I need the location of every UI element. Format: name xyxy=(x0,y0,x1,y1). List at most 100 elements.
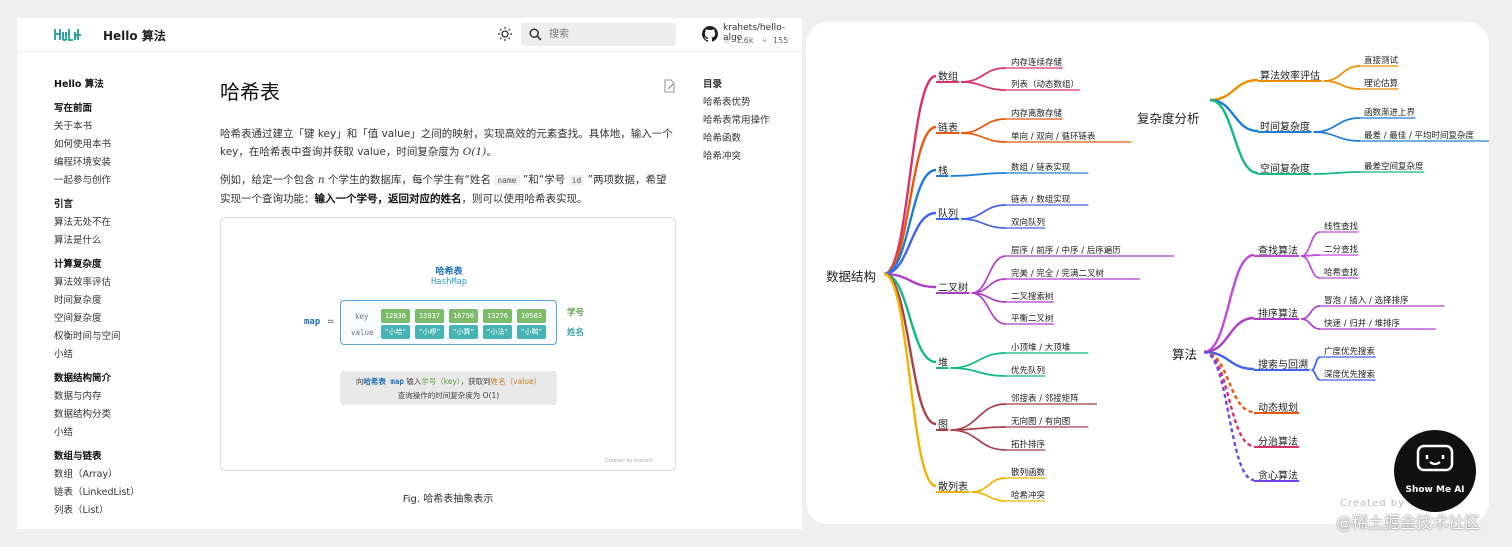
mindmap-branch xyxy=(950,429,1007,451)
sidebar-section[interactable]: 数据结构简介 xyxy=(54,370,174,388)
mindmap-branch xyxy=(971,477,1007,493)
mindmap-leaf-node: 函数渐进上界 xyxy=(1364,108,1416,118)
mindmap-branch xyxy=(1203,350,1255,448)
search-icon xyxy=(529,28,542,41)
mindmap-branch xyxy=(883,168,937,276)
repo-stats: ☆ 1.6k ⑂ 155 xyxy=(723,36,794,45)
key-cell: 16750 xyxy=(449,309,478,323)
sidebar-item[interactable]: 小结 xyxy=(54,424,174,442)
sidebar-item[interactable]: 数组（Array） xyxy=(54,466,174,484)
fork-icon: ⑂ xyxy=(762,36,767,45)
mindmap-leaf-node: 冒泡 / 插入 / 选择排序 xyxy=(1324,296,1409,306)
mindmap-root-node: 算法 xyxy=(1172,347,1198,362)
mindmap-branch-node: 二叉树 xyxy=(938,283,968,294)
mindmap-branch-node: 数组 xyxy=(938,72,958,83)
github-icon[interactable] xyxy=(702,26,718,42)
sidebar-section[interactable]: Hello 算法 xyxy=(54,76,174,94)
sidebar-nav: Hello 算法 写在前面 关于本书 如何使用本书 编程环境安装 一起参与创作 引言 算法无处… xyxy=(54,76,174,520)
mindmap-branch xyxy=(1209,98,1259,175)
toc-item[interactable]: 哈希表优势 xyxy=(703,94,798,112)
toc-item[interactable]: 哈希函数 xyxy=(703,130,798,148)
sidebar-section[interactable]: 数组与链表 xyxy=(54,448,174,466)
mindmap-root-node: 复杂度分析 xyxy=(1137,111,1200,126)
robot-icon xyxy=(1416,444,1454,472)
fork-count: 155 xyxy=(772,36,789,45)
key-cell: 10583 xyxy=(517,309,546,323)
key-cell: 15937 xyxy=(415,309,444,323)
sidebar-item[interactable]: 数据结构分类 xyxy=(54,406,174,424)
figure-subtitle: HashMap xyxy=(431,277,467,287)
mindmap-branch xyxy=(1313,117,1361,133)
value-cell: “小法” xyxy=(483,325,512,339)
sidebar-item[interactable]: 列表（List） xyxy=(54,502,174,520)
mindmap-leaf-node: 理论估算 xyxy=(1364,79,1399,89)
search-box[interactable] xyxy=(521,23,676,46)
mindmap-leaf-node: 哈希冲突 xyxy=(1011,491,1046,501)
hashmap-figure: 哈希表 HashMap map = key value 12836 “小哈” 159… xyxy=(220,217,676,471)
mindmap-branch-node: 贪心算法 xyxy=(1258,471,1298,482)
mindmap-leaf-node: 数组 / 链表实现 xyxy=(1011,163,1071,173)
sidebar-item[interactable]: 编程环境安装 xyxy=(54,154,174,172)
star-count: 1.6k xyxy=(736,36,754,45)
mindmap-branch xyxy=(971,255,1007,294)
sidebar-item[interactable]: 算法是什么 xyxy=(54,232,174,250)
mindmap-leaf-node: 小顶堆 / 大顶堆 xyxy=(1011,343,1071,353)
sidebar-item[interactable]: 小结 xyxy=(54,346,174,364)
figure-caption: Fig. 哈希表抽象表示 xyxy=(402,494,494,505)
sidebar-item[interactable]: 算法无处不在 xyxy=(54,214,174,232)
toc-item[interactable]: 哈希表常用操作 xyxy=(703,112,798,130)
site-title[interactable]: Hello 算法 xyxy=(103,27,166,44)
mindmap-branch-node: 空间复杂度 xyxy=(1260,164,1310,175)
sidebar-item[interactable]: 一起参与创作 xyxy=(54,172,174,190)
mindmap-branch xyxy=(1300,231,1321,257)
sidebar-item[interactable]: 空间复杂度 xyxy=(54,310,174,328)
mindmap-branch xyxy=(960,218,1007,229)
mindmap-leaf-node: 无向图 / 有向图 xyxy=(1011,417,1071,427)
value-row-label: value xyxy=(351,328,374,337)
theme-toggle-icon[interactable] xyxy=(497,26,513,42)
figure-credit: Created by krahets xyxy=(605,458,653,464)
sidebar-item[interactable]: 算法效率评估 xyxy=(54,274,174,292)
value-side-label: 姓名 xyxy=(567,328,585,338)
mindmap-leaf-node: 内存离散存储 xyxy=(1011,109,1063,119)
toc-title: 目录 xyxy=(703,79,723,90)
query-box: 向哈希表 map 输入学号（key），获取到姓名（value） 查询操作的时间复… xyxy=(340,371,557,405)
mindmap-branch xyxy=(1311,356,1321,371)
mindmap-branch xyxy=(1203,350,1255,482)
mindmap-leaf-node: 平衡二叉树 xyxy=(1011,314,1054,324)
sidebar-item[interactable]: 权衡时间与空间 xyxy=(54,328,174,346)
mindmap-leaf-node: 直接测试 xyxy=(1364,56,1399,66)
value-cell: “小啰” xyxy=(415,325,444,339)
mindmap-leaf-node: 最差空间复杂度 xyxy=(1364,162,1424,172)
edit-page-icon[interactable] xyxy=(662,79,676,93)
mindmap-branch xyxy=(960,67,1007,83)
toc-item[interactable]: 哈希冲突 xyxy=(703,148,798,166)
mindmap-branch xyxy=(1300,255,1321,279)
mindmap-branch-node: 时间复杂度 xyxy=(1260,122,1310,133)
search-input[interactable] xyxy=(549,26,669,43)
site-logo[interactable] xyxy=(53,26,83,42)
mindmap-branch xyxy=(960,118,1007,134)
mindmap-leaf-node: 快速 / 归并 / 堆排序 xyxy=(1324,319,1401,329)
sidebar-item[interactable]: 链表（LinkedList） xyxy=(54,484,174,502)
mindmap-leaf-node: 双向队列 xyxy=(1011,218,1046,228)
mindmap-leaf-node: 单向 / 双向 / 循环链表 xyxy=(1011,132,1096,142)
mindmap-branch xyxy=(883,272,937,488)
mindmap-branch xyxy=(1313,171,1361,175)
sidebar-section[interactable]: 计算复杂度 xyxy=(54,256,174,274)
mindmap-branch xyxy=(883,272,937,426)
sidebar-item[interactable]: 如何使用本书 xyxy=(54,136,174,154)
sidebar-section[interactable]: 写在前面 xyxy=(54,100,174,118)
query-line-1: 向哈希表 map 输入学号（key），获取到姓名（value） xyxy=(355,377,542,386)
sidebar-section[interactable]: 引言 xyxy=(54,196,174,214)
sidebar-item[interactable]: 数据与内存 xyxy=(54,388,174,406)
mindmap-branch xyxy=(950,172,1007,177)
value-cell: “小哈” xyxy=(381,325,410,339)
mindmap-branch-node: 动态规划 xyxy=(1258,403,1298,414)
mindmap-leaf-node: 邻接表 / 邻接矩阵 xyxy=(1011,394,1079,404)
mindmap-leaf-node: 广度优先搜索 xyxy=(1324,347,1376,357)
sidebar-item[interactable]: 关于本书 xyxy=(54,118,174,136)
mindmap-branch-node: 散列表 xyxy=(938,482,968,493)
mindmap-branch-node: 分治算法 xyxy=(1258,437,1298,448)
sidebar-item[interactable]: 时间复杂度 xyxy=(54,292,174,310)
